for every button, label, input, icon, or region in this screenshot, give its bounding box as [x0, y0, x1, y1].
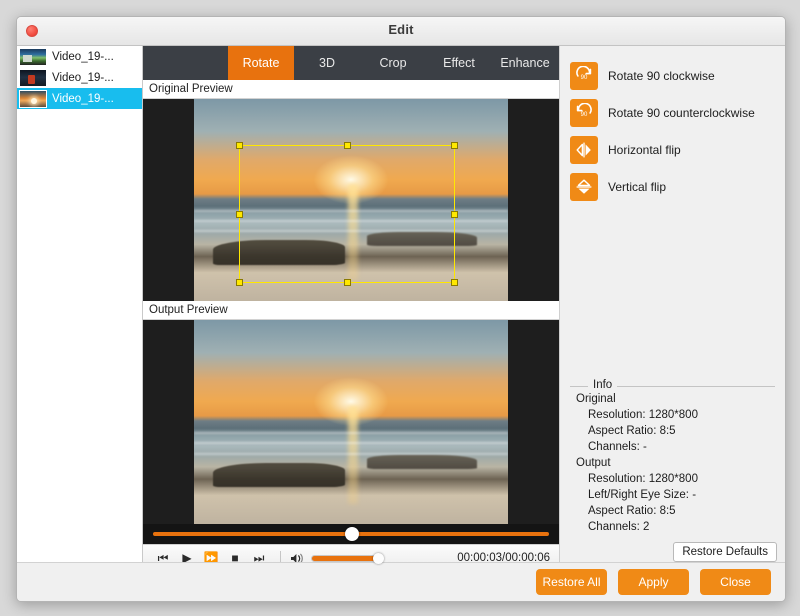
crop-handle-ne[interactable]: [451, 142, 458, 149]
restore-all-button[interactable]: Restore All: [536, 569, 607, 595]
rock-background: [366, 454, 477, 469]
info-row: Aspect Ratio: 8:5: [588, 425, 676, 437]
rotate-action-list: 90 Rotate 90 clockwise 90 Rotate 90 coun…: [560, 46, 785, 206]
info-row: Channels: -: [588, 441, 647, 453]
close-button[interactable]: Close: [700, 569, 771, 595]
tab-crop[interactable]: Crop: [360, 46, 426, 80]
video-name: Video_19-...: [52, 71, 114, 84]
crop-handle-w[interactable]: [236, 210, 243, 218]
footer-actions: Restore All Apply Close: [17, 562, 785, 601]
action-label: Vertical flip: [608, 180, 667, 194]
title-bar: Edit: [17, 17, 785, 46]
video-name: Video_19-...: [52, 50, 114, 63]
video-list-sidebar[interactable]: Video_19-... Video_19-... Video_19-...: [17, 46, 143, 562]
volume-slider[interactable]: [311, 552, 384, 564]
original-preview-stage[interactable]: [143, 99, 559, 301]
rotate-90-clockwise-button[interactable]: 90 Rotate 90 clockwise: [570, 58, 785, 94]
info-original-heading: Original: [576, 393, 616, 405]
info-row: Channels: 2: [588, 521, 650, 533]
window-title: Edit: [388, 22, 414, 37]
wave-line: [194, 452, 508, 455]
crop-handle-sw[interactable]: [236, 279, 243, 286]
wave-line: [194, 442, 508, 445]
seek-knob[interactable]: [345, 527, 360, 541]
tab-bar-spacer: [143, 46, 228, 80]
info-row: Aspect Ratio: 8:5: [588, 505, 676, 517]
action-label: Horizontal flip: [608, 143, 681, 157]
info-row: Resolution: 1280*800: [588, 473, 698, 485]
letterbox-left: [143, 320, 194, 524]
horizontal-flip-icon: [570, 136, 598, 164]
rotate-clockwise-icon: 90: [570, 62, 598, 90]
volume-knob[interactable]: [373, 552, 384, 564]
rotate-options-panel: 90 Rotate 90 clockwise 90 Rotate 90 coun…: [559, 46, 785, 562]
original-preview-label: Original Preview: [143, 80, 559, 99]
info-output-heading: Output: [576, 457, 611, 469]
restore-defaults-button[interactable]: Restore Defaults: [673, 542, 777, 562]
list-item[interactable]: Video_19-...: [17, 88, 142, 109]
rock-foreground: [212, 462, 345, 488]
vertical-flip-button[interactable]: Vertical flip: [570, 169, 785, 205]
panel-spacer: [560, 206, 785, 386]
seek-track[interactable]: [153, 527, 549, 541]
tab-rotate[interactable]: Rotate: [228, 46, 294, 80]
info-section: Info Original Resolution: 1280*800 Aspec…: [570, 379, 775, 535]
restore-defaults-container: Restore Defaults: [560, 535, 785, 562]
video-thumbnail: [19, 89, 47, 108]
output-video-frame: [194, 320, 508, 524]
svg-text:90: 90: [581, 112, 588, 118]
editor-center: Rotate 3D Crop Effect Enhance Watermark …: [143, 46, 628, 571]
video-thumbnail: [19, 47, 47, 66]
seek-bar-container[interactable]: [143, 524, 559, 544]
letterbox-right: [508, 99, 559, 301]
tab-effect[interactable]: Effect: [426, 46, 492, 80]
video-thumbnail: [19, 68, 47, 87]
window-body: Video_19-... Video_19-... Video_19-... R…: [17, 46, 785, 571]
tab-3d[interactable]: 3D: [294, 46, 360, 80]
action-label: Rotate 90 counterclockwise: [608, 106, 755, 120]
output-preview-label: Output Preview: [143, 301, 559, 320]
horizontal-flip-button[interactable]: Horizontal flip: [570, 132, 785, 168]
apply-button[interactable]: Apply: [618, 569, 689, 595]
crop-handle-s[interactable]: [343, 279, 351, 286]
crop-handle-se[interactable]: [451, 279, 458, 286]
crop-selection-rectangle[interactable]: [236, 142, 458, 286]
crop-handle-nw[interactable]: [236, 142, 243, 149]
edit-window: Edit Video_19-... Video_19-... Video_19-…: [16, 16, 786, 602]
info-row: Resolution: 1280*800: [588, 409, 698, 421]
svg-text:90: 90: [581, 75, 588, 81]
action-label: Rotate 90 clockwise: [608, 69, 715, 83]
info-row: Left/Right Eye Size: -: [588, 489, 697, 501]
sun-reflection: [347, 405, 358, 504]
wave-line: [194, 432, 508, 435]
video-name: Video_19-...: [52, 92, 114, 105]
list-item[interactable]: Video_19-...: [17, 67, 142, 88]
list-item[interactable]: Video_19-...: [17, 46, 142, 67]
output-preview-stage: [143, 320, 559, 524]
tab-bar: Rotate 3D Crop Effect Enhance Watermark: [143, 46, 628, 80]
rotate-90-counterclockwise-button[interactable]: 90 Rotate 90 counterclockwise: [570, 95, 785, 131]
crop-handle-n[interactable]: [343, 142, 351, 149]
letterbox-left: [143, 99, 194, 301]
crop-handle-e[interactable]: [451, 210, 458, 218]
info-legend: Info: [588, 379, 618, 391]
vertical-flip-icon: [570, 173, 598, 201]
tab-enhance[interactable]: Enhance: [492, 46, 558, 80]
letterbox-right: [508, 320, 559, 524]
rotate-counterclockwise-icon: 90: [570, 99, 598, 127]
